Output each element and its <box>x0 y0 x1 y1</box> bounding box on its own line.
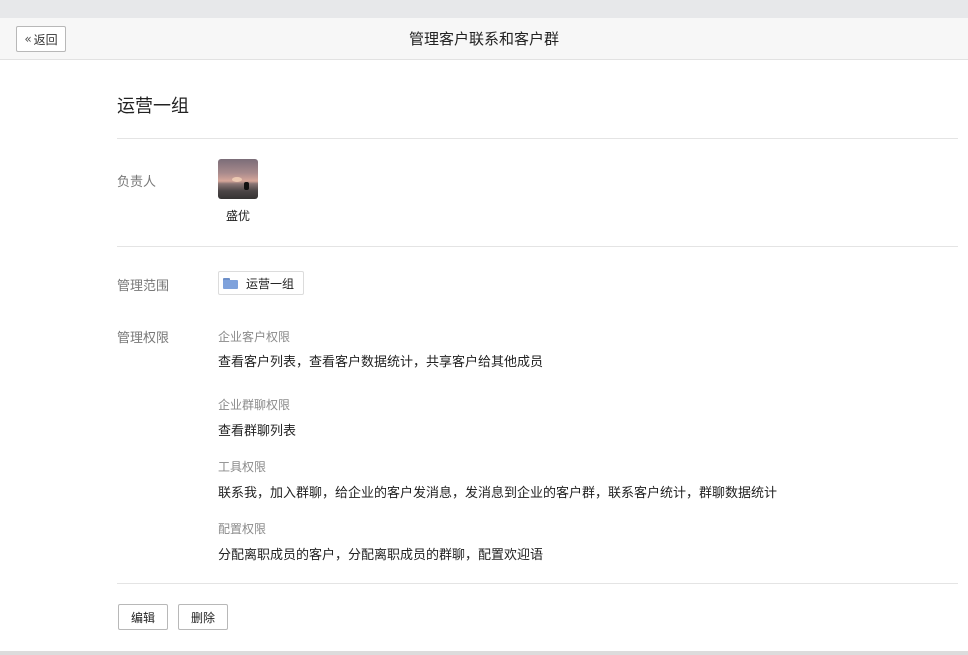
permission-section-title: 配置权限 <box>218 522 267 536</box>
back-button[interactable]: « 返回 <box>16 26 66 52</box>
permission-section-value: 联系我，加入群聊，给企业的客户发消息，发消息到企业的客户群，联系客户统计，群聊数… <box>218 486 778 501</box>
top-background-strip <box>0 0 968 18</box>
back-button-label: 返回 <box>33 32 58 47</box>
owner-label: 负责人 <box>117 175 157 190</box>
permission-section-title: 工具权限 <box>218 460 267 474</box>
owner-avatar <box>218 159 258 199</box>
permission-section-title: 企业群聊权限 <box>218 398 291 412</box>
scope-department-tag: 运营一组 <box>218 271 305 295</box>
divider <box>117 138 958 139</box>
permission-section-value: 查看客户列表，查看客户数据统计，共享客户给其他成员 <box>218 355 544 370</box>
scope-tag-label: 运营一组 <box>246 276 295 291</box>
divider <box>117 583 958 584</box>
owner-name: 盛优 <box>225 209 250 223</box>
permission-section-title: 企业客户权限 <box>218 330 291 344</box>
page-header: 管理客户联系和客户群 « 返回 <box>0 18 968 60</box>
permission-section-value: 查看群聊列表 <box>218 424 297 439</box>
double-chevron-left-icon: « <box>24 32 32 46</box>
avatar-sun-shape <box>232 177 242 182</box>
edit-button[interactable]: 编辑 <box>118 604 168 630</box>
divider <box>117 246 958 247</box>
delete-button[interactable]: 删除 <box>178 604 228 630</box>
avatar-figure-shape <box>244 182 249 190</box>
group-name: 运营一组 <box>117 96 189 117</box>
permissions-label: 管理权限 <box>117 331 170 346</box>
folder-icon <box>223 277 238 289</box>
page-title: 管理客户联系和客户群 <box>408 30 559 48</box>
scope-label: 管理范围 <box>117 279 170 294</box>
permission-section-value: 分配离职成员的客户，分配离职成员的群聊，配置欢迎语 <box>218 548 544 563</box>
content-panel: 管理客户联系和客户群 « 返回 运营一组 负责人 盛优 管理范围 运营一组 管理… <box>0 18 968 651</box>
bottom-background-strip <box>0 651 968 655</box>
